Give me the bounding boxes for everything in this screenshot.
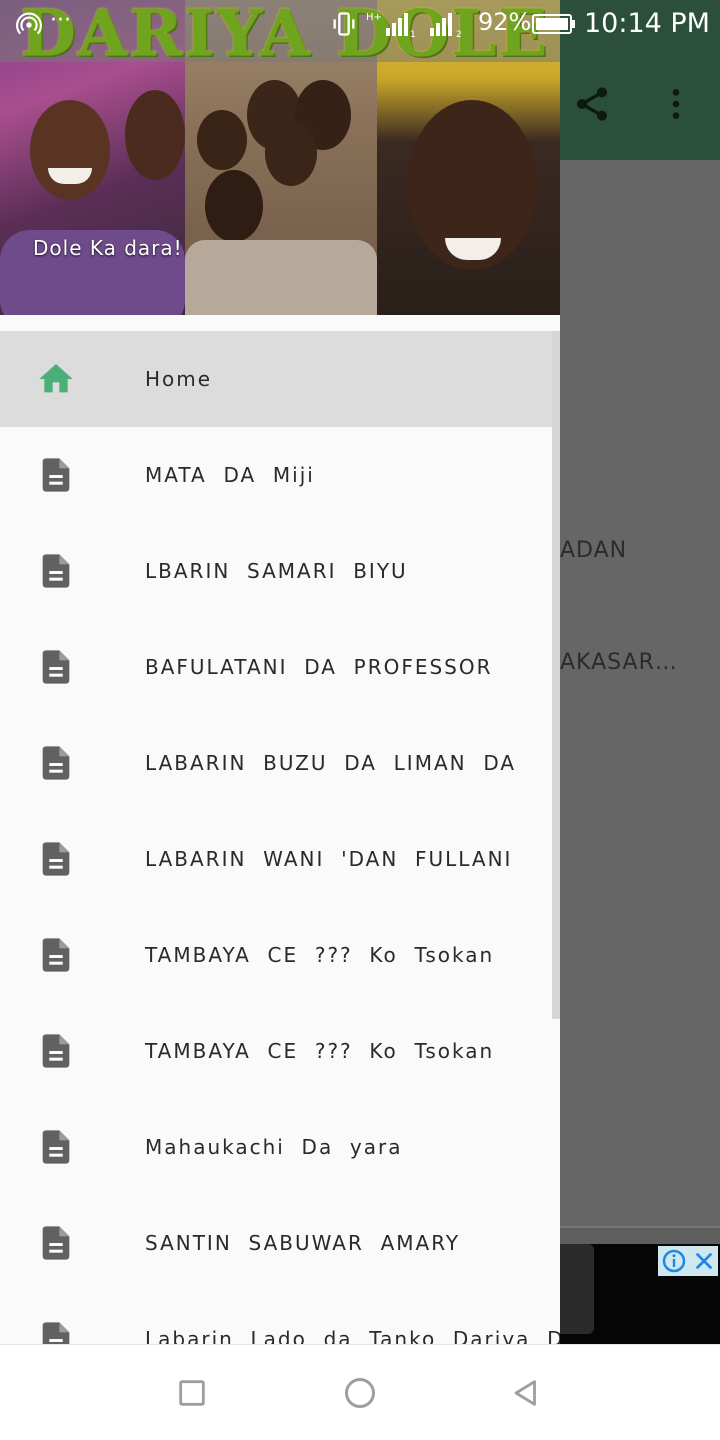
info-icon[interactable] [662, 1249, 686, 1273]
list-item[interactable]: AKASAR… [560, 650, 678, 675]
svg-text:1: 1 [410, 30, 416, 38]
drawer-menu-label: TAMBAYA CE ??? Ko Tsokan [145, 943, 495, 967]
drawer-menu-label: SANTIN SABUWAR AMARY [145, 1231, 461, 1255]
drawer-menu-item[interactable]: Home [0, 331, 560, 427]
more-vert-icon [672, 89, 680, 119]
drawer-menu-label: Mahaukachi Da yara [145, 1135, 403, 1159]
header-tagline: Dole Ka dara! [33, 236, 183, 260]
drawer-menu-label: LABARIN WANI 'DAN FULLANI [145, 847, 513, 871]
document-icon [36, 1223, 76, 1263]
document-icon [36, 839, 76, 879]
document-icon [36, 551, 76, 591]
drawer-menu-item[interactable]: BAFULATANI DA PROFESSOR [0, 619, 560, 715]
clock: 10:14 PM [584, 8, 710, 39]
home-icon [36, 359, 76, 399]
back-icon [514, 1380, 536, 1406]
recents-button[interactable] [172, 1373, 212, 1413]
signal-2-icon: 2 [424, 10, 470, 38]
drawer-menu-label: Labarin Lado da Tanko Dariya D [145, 1327, 560, 1344]
hotspot-icon [16, 12, 42, 38]
document-icon [36, 455, 76, 495]
drawer-menu-label: BAFULATANI DA PROFESSOR [145, 655, 493, 679]
share-button[interactable] [564, 76, 620, 132]
battery-percent: 92% [478, 8, 532, 36]
home-circle-icon [345, 1378, 375, 1408]
back-button[interactable] [506, 1373, 546, 1413]
drawer-menu-item[interactable]: TAMBAYA CE ??? Ko Tsokan [0, 1003, 560, 1099]
drawer-menu: Home MATA DA Miji LBARIN SAMARI BIYU BAFULA… [0, 331, 560, 1344]
home-nav-button[interactable] [340, 1373, 380, 1413]
drawer-menu-item[interactable]: Labarin Lado da Tanko Dariya D [0, 1291, 560, 1344]
overflow-dots-icon: ··· [50, 8, 71, 33]
signal-h-plus-icon: H+ 1 [366, 10, 418, 38]
status-bar: ··· H+ 1 2 92% 10:14 PM [0, 0, 720, 48]
system-nav-bar [0, 1344, 720, 1440]
drawer-menu-label: MATA DA Miji [145, 463, 315, 487]
more-options-button[interactable] [648, 76, 704, 132]
document-icon [36, 1319, 76, 1344]
drawer-menu-item[interactable]: TAMBAYA CE ??? Ko Tsokan [0, 907, 560, 1003]
ad-choices[interactable] [658, 1246, 718, 1276]
drawer-menu-item[interactable]: LABARIN WANI 'DAN FULLANI [0, 811, 560, 907]
drawer-menu-label: LBARIN SAMARI BIYU [145, 559, 408, 583]
drawer-menu-label: TAMBAYA CE ??? Ko Tsokan [145, 1039, 495, 1063]
navigation-drawer: DARIYA DOLE Dole Ka dara! Home MATA DA Mi… [0, 0, 560, 1344]
drawer-menu-label: LABARIN BUZU DA LIMAN DA [145, 751, 517, 775]
document-icon [36, 743, 76, 783]
document-icon [36, 1127, 76, 1167]
document-icon [36, 647, 76, 687]
battery-icon [532, 13, 576, 35]
drawer-menu-item[interactable]: MATA DA Miji [0, 427, 560, 523]
vibrate-icon [330, 10, 358, 38]
share-icon [577, 87, 607, 121]
list-item[interactable]: ADAN [560, 538, 627, 563]
document-icon [36, 1031, 76, 1071]
document-icon [36, 935, 76, 975]
close-icon[interactable] [693, 1250, 715, 1272]
drawer-scrollbar[interactable] [552, 331, 560, 1019]
drawer-menu-item[interactable]: SANTIN SABUWAR AMARY [0, 1195, 560, 1291]
drawer-menu-item[interactable]: Mahaukachi Da yara [0, 1099, 560, 1195]
recents-icon [179, 1380, 205, 1406]
drawer-menu-item[interactable]: LABARIN BUZU DA LIMAN DA [0, 715, 560, 811]
drawer-menu-label: Home [145, 367, 213, 391]
drawer-menu-item[interactable]: LBARIN SAMARI BIYU [0, 523, 560, 619]
svg-text:H+: H+ [366, 12, 382, 23]
svg-text:2: 2 [456, 30, 462, 38]
